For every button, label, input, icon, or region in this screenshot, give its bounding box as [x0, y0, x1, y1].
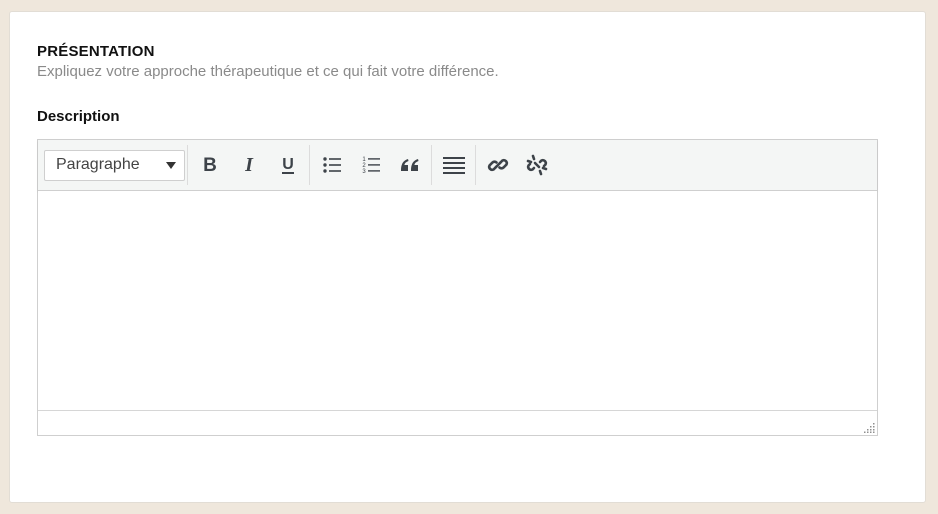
svg-text:U: U	[282, 156, 294, 173]
toolbar-separator	[187, 145, 188, 185]
editor-statusbar	[38, 410, 877, 435]
bullet-list-icon	[322, 157, 341, 173]
toolbar-separator	[309, 145, 310, 185]
rich-text-editor: Paragraphe B I U 1 2 3	[37, 139, 878, 436]
svg-text:I: I	[244, 155, 254, 175]
toolbar-separator	[431, 145, 432, 185]
editor-content-area[interactable]	[38, 191, 877, 411]
section-title: PRÉSENTATION	[37, 43, 155, 60]
section-subtitle: Expliquez votre approche thérapeutique e…	[37, 63, 499, 80]
link-icon	[487, 158, 508, 172]
format-select[interactable]: Paragraphe	[44, 149, 185, 181]
italic-icon: I	[244, 155, 254, 175]
svg-text:B: B	[203, 155, 217, 175]
underline-button[interactable]: U	[270, 148, 306, 182]
align-justify-icon	[442, 157, 465, 174]
description-label: Description	[37, 108, 120, 125]
insert-link-button[interactable]	[480, 148, 516, 182]
bold-button[interactable]: B	[192, 148, 228, 182]
numbered-list-button[interactable]: 1 2 3	[353, 148, 389, 182]
bullet-list-button[interactable]	[314, 148, 350, 182]
underline-icon: U	[281, 156, 294, 174]
italic-button[interactable]: I	[231, 148, 267, 182]
numbered-list-icon: 1 2 3	[362, 157, 380, 175]
quote-icon	[400, 159, 418, 171]
justify-button[interactable]	[436, 148, 472, 182]
remove-link-button[interactable]	[519, 148, 555, 182]
unlink-icon	[526, 154, 547, 176]
blockquote-button[interactable]	[392, 148, 428, 182]
bold-icon: B	[203, 155, 217, 175]
svg-text:3: 3	[362, 169, 366, 175]
format-select-value: Paragraphe	[56, 156, 140, 173]
resize-handle-icon[interactable]	[863, 421, 875, 433]
chevron-down-icon	[166, 161, 176, 169]
toolbar-separator	[475, 145, 476, 185]
editor-toolbar: Paragraphe B I U 1 2 3	[38, 140, 877, 191]
